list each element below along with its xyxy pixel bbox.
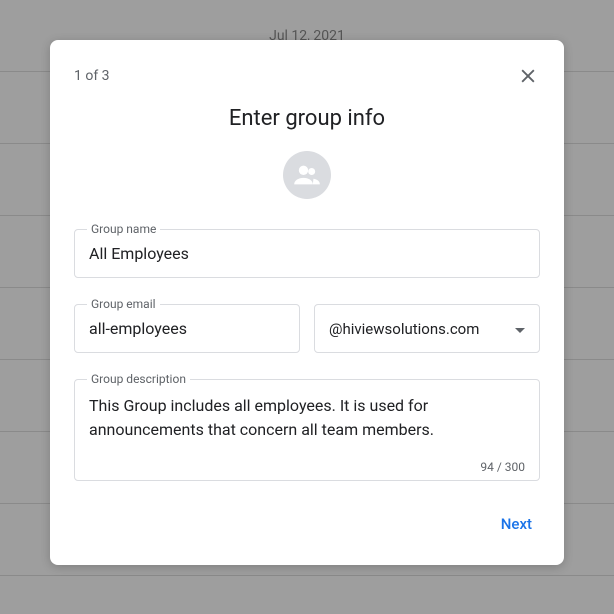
close-icon [518,66,538,86]
group-description-field[interactable]: Group description 94 / 300 [74,379,540,481]
group-description-input[interactable] [89,394,525,452]
create-group-modal: 1 of 3 Enter group info Group name Group… [50,40,564,565]
group-name-input[interactable] [89,244,525,263]
group-email-label: Group email [87,297,160,311]
close-button[interactable] [516,64,540,88]
next-button[interactable]: Next [493,507,540,541]
group-name-field[interactable]: Group name [74,229,540,278]
group-name-label: Group name [87,222,160,236]
char-counter: 94 / 300 [89,460,525,474]
modal-footer: Next [74,507,540,541]
group-email-row: Group email @hiviewsolutions.com [74,304,540,353]
group-avatar-wrapper [74,151,540,199]
modal-title: Enter group info [74,106,540,131]
modal-header: 1 of 3 [74,64,540,88]
group-email-field[interactable]: Group email [74,304,300,353]
domain-select[interactable]: @hiviewsolutions.com [314,304,540,353]
group-email-input[interactable] [89,319,285,338]
people-icon [293,161,321,189]
group-avatar [283,151,331,199]
chevron-down-icon [515,320,525,338]
domain-value: @hiviewsolutions.com [329,320,479,338]
step-indicator: 1 of 3 [74,68,110,84]
group-description-label: Group description [87,372,190,386]
